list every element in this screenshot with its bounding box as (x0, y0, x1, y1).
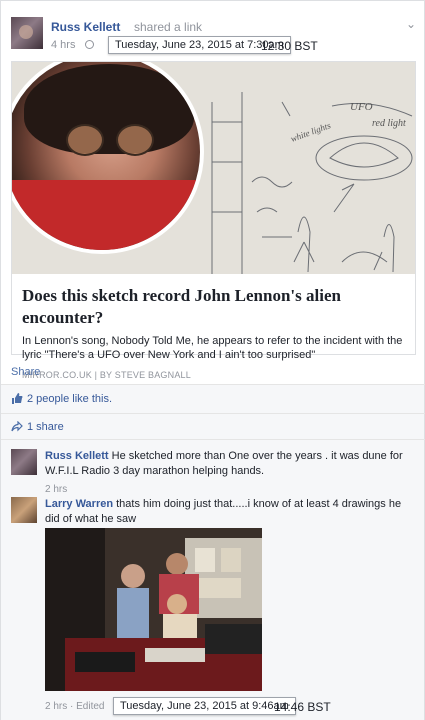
comment-timestamp[interactable]: 2 hrs (45, 482, 415, 497)
sketch-ufo-label: UFO (350, 101, 373, 113)
post-timestamp[interactable]: 4 hrs (51, 39, 75, 51)
sketch-red-label: red light (372, 118, 406, 129)
post-card: Russ Kellett shared a link 4 hrs Tuesday… (0, 0, 425, 720)
chevron-down-icon[interactable]: ⌄ (406, 17, 420, 31)
link-byline: BY STEVE BAGNALL (99, 370, 191, 380)
author-name[interactable]: Russ Kellett (51, 20, 120, 34)
author-avatar[interactable] (11, 17, 43, 49)
link-preview[interactable]: UFO red light white lights Does this ske… (11, 61, 416, 380)
john-lennon-portrait (12, 62, 204, 254)
commenter-avatar[interactable] (11, 449, 37, 475)
comment-footer: 2 hrs · Edited (45, 701, 105, 712)
divider (1, 439, 425, 440)
radio-studio-photo (45, 528, 262, 691)
shares-summary[interactable]: 1 share (11, 421, 64, 433)
commenter-name[interactable]: Russ Kellett (45, 450, 109, 462)
globe-icon (85, 40, 94, 49)
local-time-note: 12:30 BST (261, 39, 318, 53)
timestamp-tooltip: Tuesday, June 23, 2015 at 9:46am (113, 697, 296, 715)
source-separator: | (94, 370, 98, 380)
commenter-name[interactable]: Larry Warren (45, 498, 113, 510)
thumbs-up-icon (12, 393, 23, 404)
shares-text: 1 share (27, 421, 64, 433)
post-header: Russ Kellett shared a link 4 hrs Tuesday… (11, 17, 416, 54)
link-description: In Lennon's song, Nobody Told Me, he app… (22, 335, 403, 361)
post-action-text: shared a link (134, 20, 203, 34)
link-image[interactable]: UFO red light white lights (12, 62, 415, 274)
local-time-note: 14:46 BST (274, 700, 331, 714)
commenter-avatar[interactable] (11, 497, 37, 523)
edited-label[interactable]: Edited (76, 701, 104, 712)
comment-photo[interactable] (45, 528, 262, 691)
link-title[interactable]: Does this sketch record John Lennon's al… (22, 285, 407, 329)
comment-timestamp[interactable]: 2 hrs (45, 701, 67, 712)
link-source: MIRROR.CO.UK | BY STEVE BAGNALL (22, 370, 407, 380)
divider (1, 413, 425, 414)
share-arrow-icon (11, 421, 23, 432)
share-button[interactable]: Share (11, 366, 40, 378)
likes-summary[interactable]: 2 people like this. (11, 393, 112, 405)
likes-text: 2 people like this. (27, 393, 112, 405)
